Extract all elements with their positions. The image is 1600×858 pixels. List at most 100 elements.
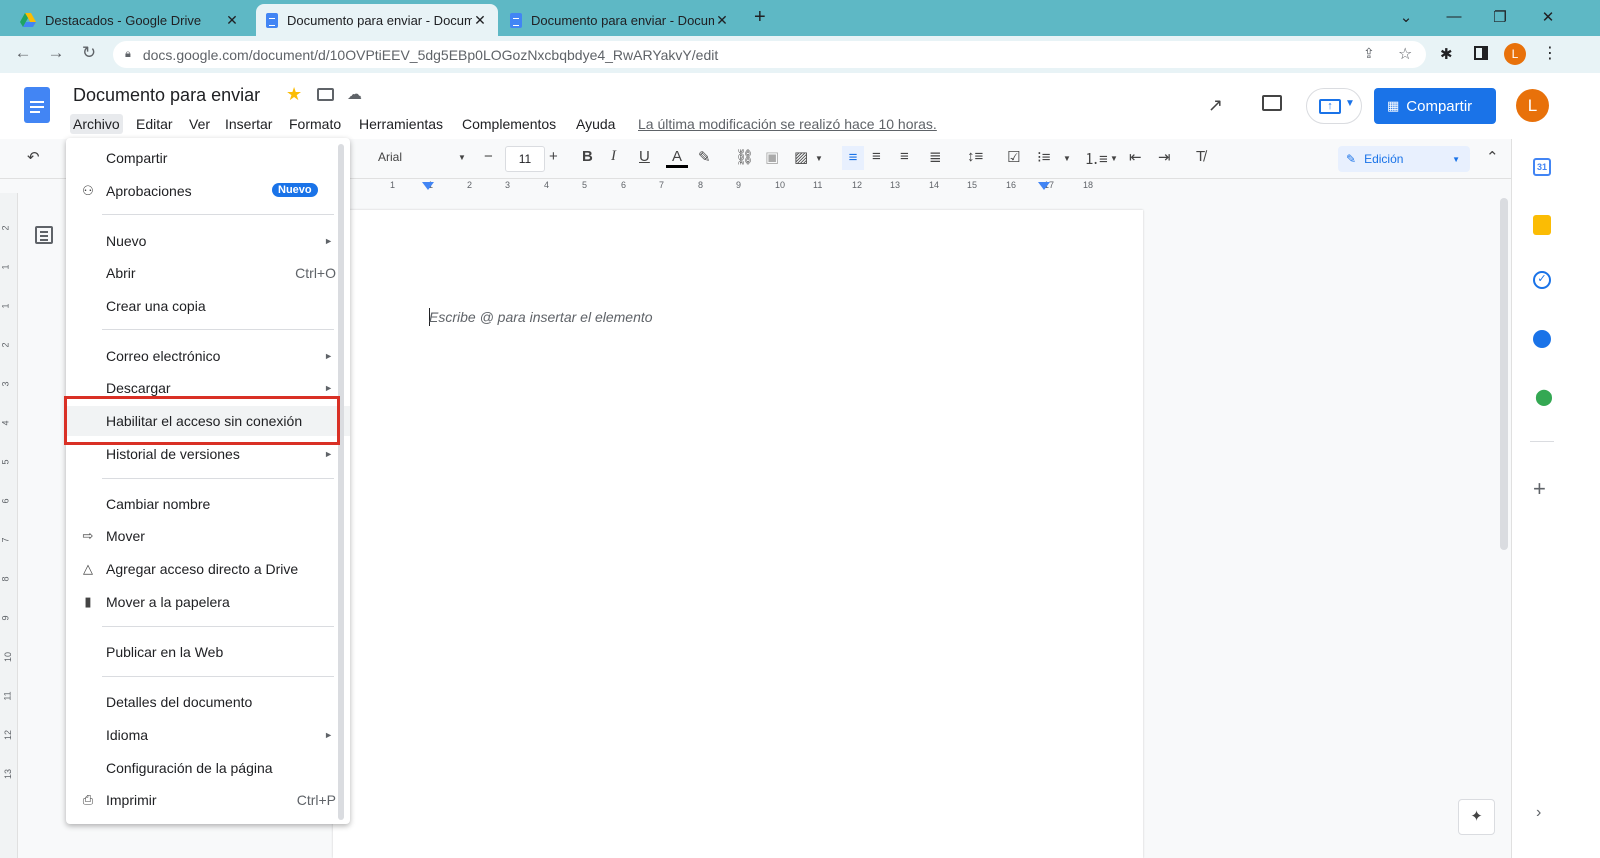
tab-search-chevron-icon[interactable]: ⌄ xyxy=(1396,8,1416,26)
last-edit-link[interactable]: La última modificación se realizó hace 1… xyxy=(635,114,940,134)
editing-mode-select[interactable]: ✎ Edición ▼ xyxy=(1338,146,1470,172)
explore-assistant-icon[interactable]: ✦ xyxy=(1458,799,1495,835)
extensions-puzzle-icon[interactable]: ✱ xyxy=(1440,45,1453,63)
increase-font-size-button[interactable]: + xyxy=(549,148,558,165)
document-page[interactable]: Escribe @ para insertar el elemento xyxy=(333,210,1143,858)
keep-icon[interactable] xyxy=(1533,215,1551,235)
checklist-icon[interactable]: ☑ xyxy=(1007,148,1020,166)
menu-ver[interactable]: Ver xyxy=(186,114,213,134)
insert-image-icon[interactable]: ▨ xyxy=(794,148,808,166)
left-indent-marker[interactable] xyxy=(422,182,434,190)
highlight-pen-icon[interactable]: ✎ xyxy=(698,148,711,166)
underline-icon[interactable]: U xyxy=(639,148,650,165)
menu-item-add-shortcut[interactable]: △ Agregar acceso directo a Drive xyxy=(66,554,336,584)
menu-item-rename[interactable]: Cambiar nombre xyxy=(66,489,336,519)
numbered-list-icon[interactable]: ⒈≡ xyxy=(1084,148,1108,169)
decrease-indent-icon[interactable]: ⇤ xyxy=(1129,148,1142,166)
empty-doc-placeholder[interactable]: Escribe @ para insertar el elemento xyxy=(429,309,653,325)
menu-item-open[interactable]: Abrir Ctrl+O xyxy=(66,258,336,288)
side-panel-icon[interactable] xyxy=(1474,46,1488,60)
maps-pin-icon[interactable]: ⬤ xyxy=(1535,387,1553,407)
share-page-icon[interactable]: ⇪ xyxy=(1363,45,1375,62)
italic-icon[interactable]: I xyxy=(611,148,616,165)
clear-formatting-icon[interactable]: T̸ xyxy=(1196,148,1205,165)
decrease-font-size-button[interactable]: − xyxy=(484,148,493,165)
star-icon[interactable]: ★ xyxy=(286,84,302,105)
menu-item-make-copy[interactable]: Crear una copia xyxy=(66,291,336,321)
document-title[interactable]: Documento para enviar xyxy=(73,85,260,106)
document-scrollbar[interactable] xyxy=(1500,198,1508,550)
menu-item-publish-web[interactable]: Publicar en la Web xyxy=(66,637,336,667)
menu-item-new[interactable]: Nuevo ► xyxy=(66,226,336,256)
browser-tab-drive[interactable]: Destacados - Google Drive ✕ xyxy=(10,4,250,36)
menu-item-document-details[interactable]: Detalles del documento xyxy=(66,687,336,717)
menu-item-page-setup[interactable]: Configuración de la página xyxy=(66,753,336,783)
font-size-input[interactable]: 11 xyxy=(505,146,545,172)
menu-complementos[interactable]: Complementos xyxy=(459,114,559,134)
line-spacing-icon[interactable]: ↕≡ xyxy=(967,148,983,165)
menu-item-trash[interactable]: ▮ Mover a la papelera xyxy=(66,587,336,617)
back-arrow-icon[interactable]: ← xyxy=(12,43,34,63)
increase-indent-icon[interactable]: ⇥ xyxy=(1158,148,1171,166)
menu-item-language[interactable]: Idioma ► xyxy=(66,720,336,750)
expand-panel-chevron-icon[interactable]: › xyxy=(1536,804,1541,822)
share-button[interactable]: ▦ Compartir xyxy=(1374,88,1496,124)
menu-item-share[interactable]: Compartir xyxy=(66,143,336,173)
activity-trend-icon[interactable]: ↗ xyxy=(1208,95,1223,116)
text-color-icon[interactable]: A xyxy=(666,148,688,168)
docs-logo-icon[interactable] xyxy=(24,87,50,123)
menu-insertar[interactable]: Insertar xyxy=(222,114,275,134)
browser-tab-doc[interactable]: Documento para enviar - Docum ✕ xyxy=(500,4,740,36)
contacts-icon[interactable] xyxy=(1533,330,1551,348)
tasks-icon[interactable]: ✓ xyxy=(1533,271,1551,289)
insert-link-icon[interactable]: ⛓ xyxy=(735,148,754,166)
close-tab-icon[interactable]: ✕ xyxy=(472,12,488,29)
meet-present-button[interactable]: ↑ ▼ xyxy=(1306,88,1362,124)
menu-item-email[interactable]: Correo electrónico ► xyxy=(66,341,336,371)
comments-icon[interactable] xyxy=(1262,95,1282,111)
align-center-icon[interactable]: ≡ xyxy=(872,148,881,165)
profile-avatar[interactable]: L xyxy=(1504,43,1526,65)
close-tab-icon[interactable]: ✕ xyxy=(224,12,240,29)
align-left-icon[interactable]: ≡ xyxy=(842,146,864,170)
bullet-dropdown-arrow-icon[interactable]: ▼ xyxy=(1063,154,1071,163)
address-bar[interactable]: 🔒︎ docs.google.com/document/d/10OVPtiEEV… xyxy=(113,41,1426,68)
close-tab-icon[interactable]: ✕ xyxy=(714,12,730,29)
add-comment-icon[interactable]: ▣ xyxy=(765,148,779,166)
menu-item-move[interactable]: ⇨ Mover xyxy=(66,521,336,551)
restore-button[interactable]: ❐ xyxy=(1490,8,1510,26)
collapse-toolbar-chevron-icon[interactable]: ⌃ xyxy=(1486,148,1499,166)
right-indent-marker[interactable] xyxy=(1038,182,1050,190)
menu-scrollbar[interactable] xyxy=(338,144,344,820)
move-folder-icon[interactable] xyxy=(317,88,334,101)
font-dropdown-arrow-icon[interactable]: ▼ xyxy=(458,153,466,162)
image-dropdown-arrow-icon[interactable]: ▼ xyxy=(815,154,823,163)
new-tab-button[interactable]: + xyxy=(754,6,766,29)
justify-icon[interactable]: ≣ xyxy=(929,148,942,166)
cloud-status-icon[interactable]: ☁ xyxy=(347,85,362,103)
bold-icon[interactable]: B xyxy=(582,148,593,165)
menu-editar[interactable]: Editar xyxy=(133,114,176,134)
menu-item-approvals[interactable]: ⚇ Aprobaciones Nuevo xyxy=(66,176,336,206)
menu-ayuda[interactable]: Ayuda xyxy=(573,114,618,134)
browser-menu-icon[interactable]: ⋮ xyxy=(1542,43,1558,63)
bulleted-list-icon[interactable]: ⁝≡ xyxy=(1037,148,1051,166)
close-window-button[interactable]: ✕ xyxy=(1538,8,1558,26)
browser-tab-doc-active[interactable]: Documento para enviar - Docum ✕ xyxy=(256,4,498,36)
forward-arrow-icon[interactable]: → xyxy=(45,43,67,63)
calendar-icon[interactable]: 31 xyxy=(1533,158,1551,176)
menu-archivo[interactable]: Archivo xyxy=(70,114,123,134)
minimize-button[interactable]: — xyxy=(1444,8,1464,25)
menu-item-print[interactable]: ⎙ Imprimir Ctrl+P xyxy=(66,785,336,815)
bookmark-star-icon[interactable]: ☆ xyxy=(1398,44,1412,64)
add-addon-icon[interactable]: + xyxy=(1533,476,1546,502)
number-dropdown-arrow-icon[interactable]: ▼ xyxy=(1110,154,1118,163)
align-right-icon[interactable]: ≡ xyxy=(900,148,909,165)
menu-herramientas[interactable]: Herramientas xyxy=(356,114,446,134)
user-avatar[interactable]: L xyxy=(1516,89,1549,122)
document-outline-icon[interactable] xyxy=(35,226,53,244)
font-family-select[interactable]: Arial xyxy=(378,150,402,164)
menu-formato[interactable]: Formato xyxy=(286,114,344,134)
undo-icon[interactable]: ↶ xyxy=(27,148,40,166)
reload-icon[interactable]: ↻ xyxy=(78,43,100,63)
